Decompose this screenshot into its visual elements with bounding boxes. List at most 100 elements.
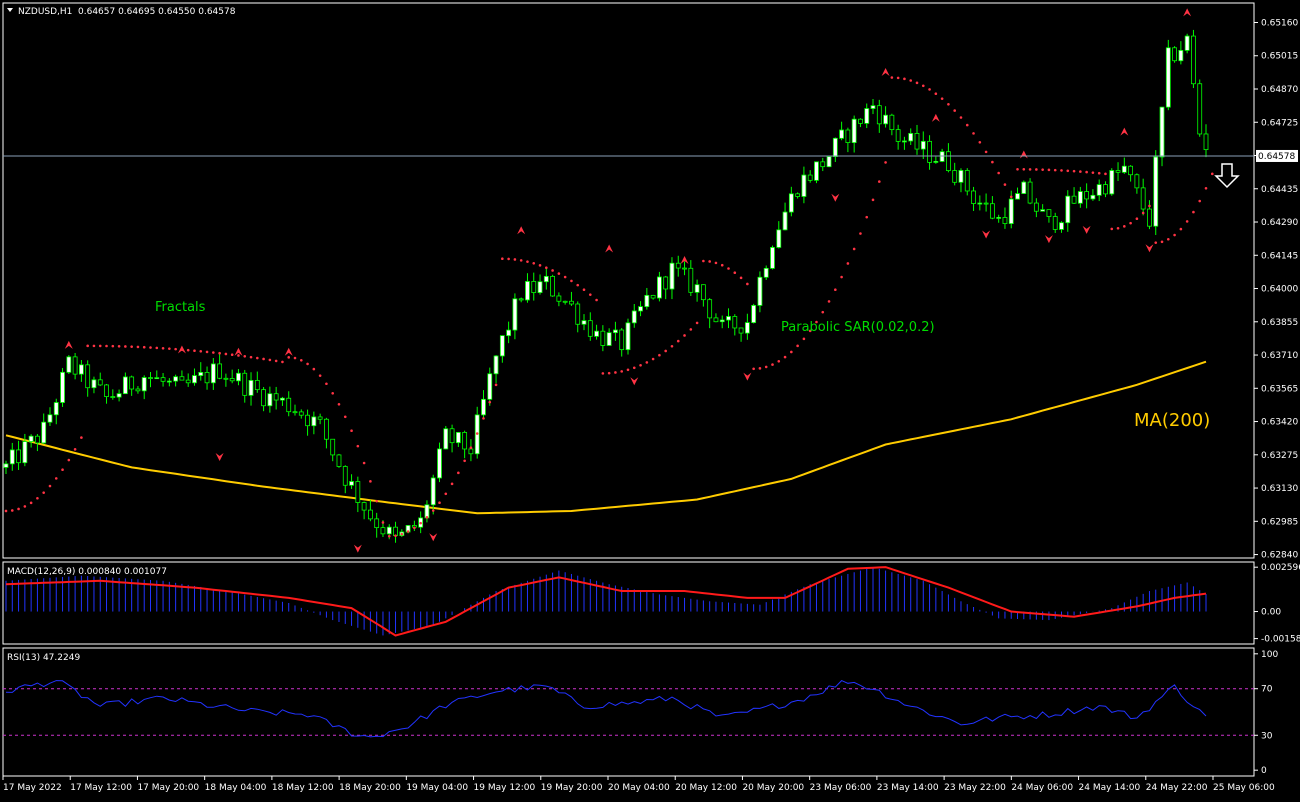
sar-dot	[664, 349, 667, 353]
sar-dot	[1116, 226, 1120, 230]
candle-body	[487, 373, 493, 400]
price-tick-label: 0.63565	[1261, 384, 1298, 394]
time-tick-label: 17 May 2022	[3, 783, 62, 793]
sar-dot	[758, 367, 762, 370]
candle-body	[349, 481, 354, 486]
candle-body	[3, 463, 9, 468]
sar-dot	[400, 532, 404, 536]
sar-dot	[1204, 186, 1208, 190]
sar-dot	[1141, 211, 1145, 215]
macd-tick-label: -0.001584	[1261, 635, 1300, 645]
candle-body	[1134, 174, 1140, 189]
time-tick-label: 19 May 04:00	[406, 783, 468, 793]
candle-body	[613, 329, 618, 334]
sar-dot	[457, 471, 460, 475]
sar-dot	[1110, 227, 1114, 231]
sar-dot	[651, 357, 655, 361]
candle-body	[437, 448, 442, 479]
candle-body	[675, 262, 681, 269]
candle-body	[575, 303, 581, 325]
candle-body	[1052, 216, 1058, 230]
candle-body	[983, 202, 989, 205]
candle-body	[41, 421, 47, 444]
candle-body	[35, 435, 40, 444]
candle-body	[1071, 195, 1077, 204]
sar-dot	[1009, 195, 1013, 199]
candle-body	[317, 416, 323, 420]
candle-body	[870, 105, 876, 109]
sar-dot	[174, 347, 177, 351]
sar-dot	[601, 372, 605, 375]
candle-body	[795, 193, 801, 197]
sar-dot	[1053, 168, 1057, 172]
rsi-tick-label: 0	[1261, 766, 1267, 776]
sar-dot	[413, 526, 416, 530]
candle-body	[820, 161, 826, 168]
sar-dot	[199, 349, 203, 353]
candle-body	[631, 310, 637, 324]
candle-body	[9, 449, 15, 465]
sar-dot	[243, 355, 247, 358]
price-tick-label: 0.63275	[1261, 451, 1298, 461]
candle-body	[939, 151, 945, 162]
sar-dot	[149, 346, 152, 349]
candle-body	[1165, 47, 1171, 108]
sar-dot	[595, 298, 598, 302]
sar-dot	[419, 521, 422, 525]
sar-dot	[281, 360, 284, 364]
current-price-label: 0.64578	[1258, 152, 1295, 162]
candle-body	[977, 202, 983, 205]
candle-body	[481, 398, 486, 416]
candle-body	[964, 170, 970, 192]
candle-body	[311, 416, 317, 427]
candle-body	[770, 247, 775, 269]
sar-dot	[1104, 172, 1107, 176]
candle-body	[707, 299, 713, 319]
candle-body	[85, 364, 91, 389]
price-tick-label: 0.63420	[1261, 418, 1298, 428]
sar-dot	[708, 260, 711, 263]
sar-dot	[186, 348, 190, 352]
sar-dot	[1047, 168, 1051, 172]
sar-dot	[639, 364, 642, 367]
candle-body	[374, 518, 380, 529]
sar-dot	[588, 293, 592, 296]
price-tick-label: 0.63710	[1261, 351, 1298, 361]
candle-body	[104, 384, 109, 397]
time-tick-label: 25 May 06:00	[1213, 783, 1275, 793]
time-tick-label: 24 May 22:00	[1146, 783, 1208, 793]
sar-dot	[1123, 225, 1126, 228]
sar-dot	[645, 361, 649, 364]
candle-body	[393, 526, 398, 536]
candle-body	[650, 294, 656, 299]
candle-body	[512, 298, 518, 331]
candle-body	[254, 380, 260, 391]
candle-body	[738, 327, 744, 334]
sar-dot	[921, 84, 925, 88]
sar-dot	[343, 415, 347, 419]
candle-body	[927, 140, 932, 163]
candle-body	[644, 294, 650, 308]
sar-dot	[117, 344, 121, 348]
sar-dot	[790, 350, 793, 354]
candle-body	[204, 372, 210, 384]
candle-body	[217, 363, 223, 379]
candle-body	[663, 276, 669, 290]
sar-dot	[1148, 204, 1151, 208]
sar-dot	[369, 480, 372, 483]
candle-body	[499, 335, 505, 357]
candle-body	[198, 372, 204, 376]
sar-dot	[193, 349, 196, 352]
candle-body	[443, 428, 449, 450]
candle-body	[380, 527, 386, 535]
candle-body	[242, 372, 248, 396]
candle-body	[732, 316, 738, 329]
sar-dot	[526, 260, 529, 263]
candle-body	[1128, 165, 1134, 176]
sar-dot	[299, 358, 303, 362]
candle-body	[851, 118, 857, 144]
candle-body	[280, 397, 285, 401]
sar-dot	[576, 283, 580, 287]
candle-body	[883, 114, 888, 125]
sar-dot	[727, 267, 730, 270]
